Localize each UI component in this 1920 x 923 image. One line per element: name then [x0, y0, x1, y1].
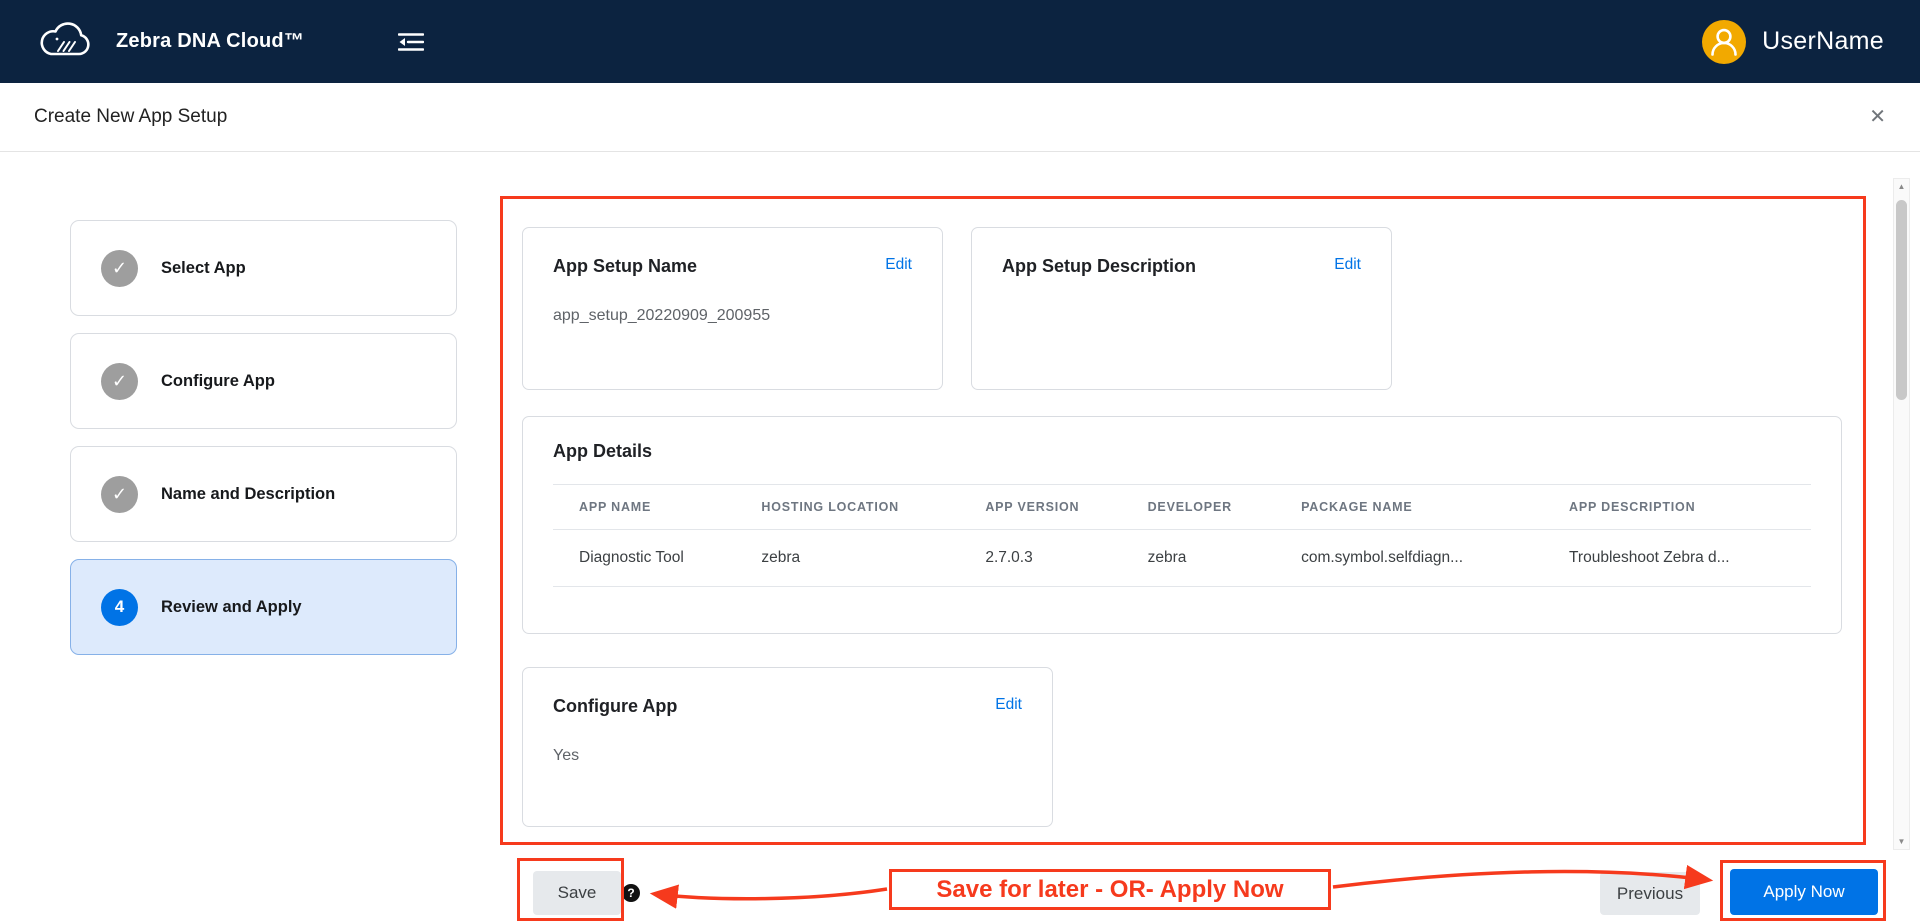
step-label: Configure App — [161, 371, 275, 390]
step-label: Select App — [161, 258, 246, 277]
card-title: App Setup Name — [553, 256, 698, 276]
configure-app-value: Yes — [553, 747, 580, 764]
app-setup-name-card: App Setup Name Edit app_setup_20220909_2… — [522, 227, 943, 390]
scrollbar-thumb[interactable] — [1896, 200, 1907, 400]
step-done-check-icon: ✓ — [101, 249, 138, 287]
step-done-check-icon: ✓ — [101, 475, 138, 513]
app-setup-description-card: App Setup Description Edit — [971, 227, 1392, 390]
cell-hosting-location: zebra — [735, 529, 960, 587]
app-details-card: App Details APP NAME HOSTING LOCATION AP… — [522, 416, 1842, 634]
collapse-sidebar-icon[interactable] — [398, 32, 425, 52]
col-package-name: PACKAGE NAME — [1275, 484, 1544, 530]
top-navbar: Zebra DNA Cloud™ UserName — [0, 0, 1920, 83]
user-menu[interactable]: UserName — [1702, 19, 1884, 64]
col-app-version: APP VERSION — [959, 484, 1122, 530]
scroll-down-icon[interactable]: ▼ — [1898, 834, 1906, 849]
col-hosting-location: HOSTING LOCATION — [735, 484, 960, 530]
brand-area: Zebra DNA Cloud™ — [36, 20, 425, 64]
configure-app-card: Configure App Edit Yes — [522, 667, 1053, 827]
card-title: App Setup Description — [1002, 256, 1197, 276]
cell-developer: zebra — [1121, 529, 1276, 587]
scroll-up-icon[interactable]: ▲ — [1898, 179, 1906, 194]
edit-configure-app-link[interactable]: Edit — [995, 696, 1022, 714]
user-avatar-icon[interactable] — [1702, 19, 1747, 64]
cell-app-version: 2.7.0.3 — [959, 529, 1122, 587]
table-header-row: APP NAME HOSTING LOCATION APP VERSION DE… — [553, 484, 1811, 530]
step-name-description[interactable]: ✓ Name and Description — [70, 446, 457, 542]
annotation-label: Save for later - OR- Apply Now — [889, 869, 1331, 910]
card-title: App Details — [553, 441, 653, 461]
username-label: UserName — [1762, 27, 1884, 55]
page-header: Create New App Setup ✕ — [0, 83, 1920, 152]
page-title: Create New App Setup — [34, 106, 228, 127]
step-label: Name and Description — [161, 484, 336, 503]
app-setup-name-value: app_setup_20220909_200955 — [553, 307, 771, 324]
brand-title: Zebra DNA Cloud™ — [116, 30, 305, 52]
card-title: Configure App — [553, 696, 678, 716]
help-icon[interactable]: ? — [622, 884, 640, 902]
col-app-description: APP DESCRIPTION — [1543, 484, 1811, 530]
zebra-cloud-logo-icon — [36, 20, 96, 64]
edit-app-setup-description-link[interactable]: Edit — [1334, 256, 1361, 274]
step-label: Review and Apply — [161, 597, 302, 616]
previous-button[interactable]: Previous — [1600, 872, 1700, 915]
col-developer: DEVELOPER — [1121, 484, 1276, 530]
wizard-steps-sidebar: ✓ Select App ✓ Configure App ✓ Name and … — [70, 220, 457, 655]
cell-app-description: Troubleshoot Zebra d... — [1543, 529, 1811, 587]
col-app-name: APP NAME — [553, 484, 736, 530]
app-details-table: APP NAME HOSTING LOCATION APP VERSION DE… — [553, 484, 1811, 587]
edit-app-setup-name-link[interactable]: Edit — [885, 256, 912, 274]
step-number-badge: 4 — [101, 588, 138, 626]
arrow-to-save — [649, 884, 888, 909]
step-done-check-icon: ✓ — [101, 362, 138, 400]
cell-package-name: com.symbol.selfdiagn... — [1275, 529, 1544, 587]
table-row: Diagnostic Tool zebra 2.7.0.3 zebra com.… — [553, 529, 1811, 587]
step-review-apply[interactable]: 4 Review and Apply — [70, 559, 457, 655]
step-configure-app[interactable]: ✓ Configure App — [70, 333, 457, 429]
step-select-app[interactable]: ✓ Select App — [70, 220, 457, 316]
cell-app-name: Diagnostic Tool — [553, 529, 736, 587]
apply-now-button[interactable]: Apply Now — [1730, 869, 1878, 915]
close-icon[interactable]: ✕ — [1869, 107, 1886, 127]
save-button[interactable]: Save — [533, 871, 621, 915]
